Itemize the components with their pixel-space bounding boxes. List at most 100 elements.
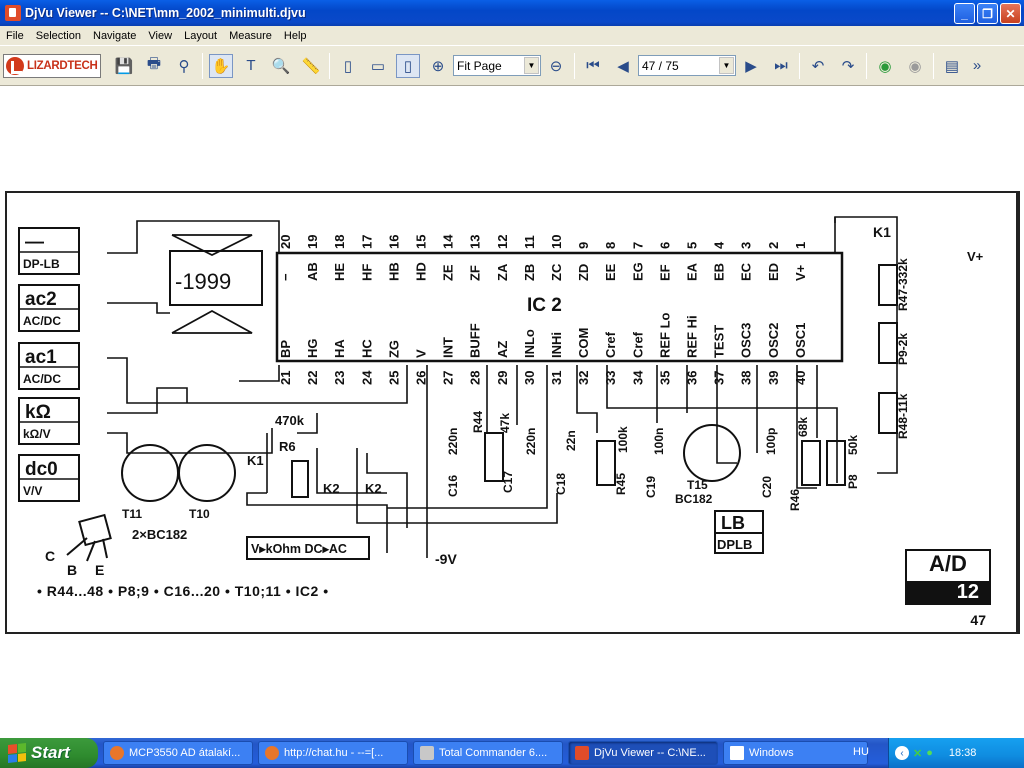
pin-name-top: EG bbox=[630, 262, 645, 281]
lizardtech-logo[interactable]: LIZARDTECH bbox=[3, 53, 101, 78]
t10-label: T10 bbox=[189, 507, 210, 521]
messenger-icon[interactable]: ● bbox=[926, 747, 933, 759]
pin-number-top: 12 bbox=[495, 235, 510, 249]
pin-name-top: − bbox=[278, 273, 293, 281]
pin-number-bottom: 37 bbox=[712, 371, 727, 385]
task-mcp3550[interactable]: MCP3550 AD átalakí... bbox=[103, 741, 253, 765]
zoom-select[interactable]: Fit Page ▼ bbox=[453, 55, 541, 76]
task-djvu-viewer[interactable]: DjVu Viewer -- C:\NE... bbox=[568, 741, 718, 765]
c18-value: 22n bbox=[564, 430, 578, 451]
k1-top-label: K1 bbox=[873, 224, 891, 240]
zoom-in-icon[interactable]: ⊕ bbox=[426, 54, 450, 78]
menu-measure[interactable]: Measure bbox=[223, 30, 278, 42]
rotate-right-icon[interactable]: ↷ bbox=[836, 54, 860, 78]
task-windows[interactable]: Windows bbox=[723, 741, 868, 765]
c16-value: 220n bbox=[446, 428, 460, 455]
ic-label: IC 2 bbox=[527, 295, 562, 316]
toolbar-separator bbox=[574, 52, 575, 79]
save-icon[interactable]: 💾 bbox=[112, 54, 136, 78]
pin-name-bottom: HC bbox=[359, 339, 374, 358]
pin-number-bottom: 30 bbox=[522, 371, 537, 385]
pin-number-bottom: 21 bbox=[278, 371, 293, 385]
page-select[interactable]: 47 / 75 ▼ bbox=[638, 55, 736, 76]
continuous-page-icon[interactable]: ▭ bbox=[366, 54, 390, 78]
pin-number-top: 3 bbox=[739, 242, 754, 249]
facing-page-icon[interactable]: ▯ bbox=[396, 53, 420, 78]
text-select-icon[interactable]: T bbox=[239, 54, 263, 78]
last-page-icon[interactable]: ⏭ bbox=[769, 54, 793, 78]
page-number: 47 bbox=[970, 612, 986, 628]
more-tools-icon[interactable]: » bbox=[970, 54, 984, 78]
back-icon[interactable]: ◉ bbox=[873, 54, 897, 78]
section-badge-number: 12 bbox=[907, 581, 989, 603]
system-tray: HU ‹ ✕ ● 18:38 bbox=[853, 738, 1024, 768]
pin-name-top: ZA bbox=[495, 263, 510, 281]
pin-number-top: 7 bbox=[630, 242, 645, 249]
p9-label: P9-2k bbox=[896, 333, 910, 365]
find-icon[interactable]: ⚲ bbox=[172, 54, 196, 78]
function-box-title: — bbox=[25, 232, 44, 253]
neg9v-label: -9V bbox=[435, 551, 457, 567]
task-label: http://chat.hu - --=[... bbox=[284, 747, 384, 759]
rotate-left-icon[interactable]: ↶ bbox=[806, 54, 830, 78]
menu-navigate[interactable]: Navigate bbox=[87, 30, 142, 42]
taskbar: Start MCP3550 AD átalakí... http://chat.… bbox=[0, 738, 1024, 768]
title-bar: DjVu Viewer -- C:\NET\mm_2002_minimulti.… bbox=[0, 0, 1024, 26]
print-icon[interactable]: 🖶 bbox=[142, 54, 166, 78]
chevron-down-icon[interactable]: ▼ bbox=[719, 57, 734, 74]
previous-page-icon[interactable]: ◀ bbox=[611, 54, 635, 78]
djvu-page: IC 2 20−19 AB 18 HE 17 HF 16 HB 15 HD 14 ZE 13 ZF 12 ZA… bbox=[5, 191, 1020, 634]
pin-name-bottom: AZ bbox=[495, 341, 510, 358]
pin-name-bottom: ZG bbox=[386, 340, 401, 358]
minimize-button[interactable]: _ bbox=[954, 3, 975, 24]
p8-value: 50k bbox=[846, 435, 860, 455]
first-page-icon[interactable]: ⏮ bbox=[581, 54, 605, 78]
zoom-tool-icon[interactable]: 🔍 bbox=[269, 54, 293, 78]
chevron-down-icon[interactable]: ▼ bbox=[524, 57, 539, 74]
tray-app-icon[interactable]: ✕ bbox=[913, 747, 922, 760]
document-view[interactable]: IC 2 20−19 AB 18 HE 17 HF 16 HB 15 HD 14 ZE 13 ZF 12 ZA… bbox=[0, 86, 1024, 738]
k2a-label: K2 bbox=[323, 481, 340, 496]
close-button[interactable]: ✕ bbox=[1000, 3, 1021, 24]
zoom-out-icon[interactable]: ⊖ bbox=[544, 54, 568, 78]
next-page-icon[interactable]: ▶ bbox=[739, 54, 763, 78]
display-readout: -1999 bbox=[175, 269, 231, 294]
menu-layout[interactable]: Layout bbox=[178, 30, 223, 42]
forward-icon[interactable]: ◉ bbox=[903, 54, 927, 78]
pin-number-bottom: 39 bbox=[766, 371, 781, 385]
pin-name-top: V+ bbox=[793, 264, 808, 281]
function-box-subtitle: DP-LB bbox=[23, 257, 60, 271]
r45-label: R45 bbox=[614, 473, 628, 495]
window-title: DjVu Viewer -- C:\NET\mm_2002_minimulti.… bbox=[25, 6, 306, 20]
pin-number-top: 6 bbox=[657, 242, 672, 249]
c19-value: 100n bbox=[652, 428, 666, 455]
task-total-commander[interactable]: Total Commander 6.... bbox=[413, 741, 563, 765]
maximize-button[interactable]: ❐ bbox=[977, 3, 998, 24]
language-indicator[interactable]: HU bbox=[853, 746, 869, 758]
r6-val-label: 470k bbox=[275, 413, 305, 428]
menu-file[interactable]: File bbox=[0, 30, 30, 42]
pin-number-bottom: 33 bbox=[603, 371, 618, 385]
pin-name-top: EF bbox=[657, 264, 672, 281]
menu-selection[interactable]: Selection bbox=[30, 30, 87, 42]
c18-label: C18 bbox=[554, 473, 568, 495]
hand-tool-icon[interactable]: ✋ bbox=[209, 53, 233, 78]
pin-number-top: 13 bbox=[468, 235, 483, 249]
page-select-value: 47 / 75 bbox=[642, 58, 679, 73]
pin-name-top: EC bbox=[739, 262, 754, 281]
menu-view[interactable]: View bbox=[142, 30, 178, 42]
single-page-icon[interactable]: ▯ bbox=[336, 54, 360, 78]
tray-arrow-icon[interactable]: ‹ bbox=[895, 746, 909, 760]
section-badge-title: A/D bbox=[929, 551, 967, 576]
task-chat[interactable]: http://chat.hu - --=[... bbox=[258, 741, 408, 765]
measure-tool-icon[interactable]: 📏 bbox=[299, 54, 323, 78]
function-box-title: dc0 bbox=[25, 459, 58, 480]
thumbnails-icon[interactable]: ▤ bbox=[940, 54, 964, 78]
menu-help[interactable]: Help bbox=[278, 30, 313, 42]
clock[interactable]: 18:38 bbox=[949, 747, 977, 759]
firefox-icon bbox=[110, 746, 124, 760]
pin-number-bottom: 22 bbox=[305, 371, 320, 385]
djvu-app-icon bbox=[575, 746, 589, 760]
pin-name-top: ZE bbox=[441, 264, 456, 281]
start-button[interactable]: Start bbox=[0, 738, 98, 768]
